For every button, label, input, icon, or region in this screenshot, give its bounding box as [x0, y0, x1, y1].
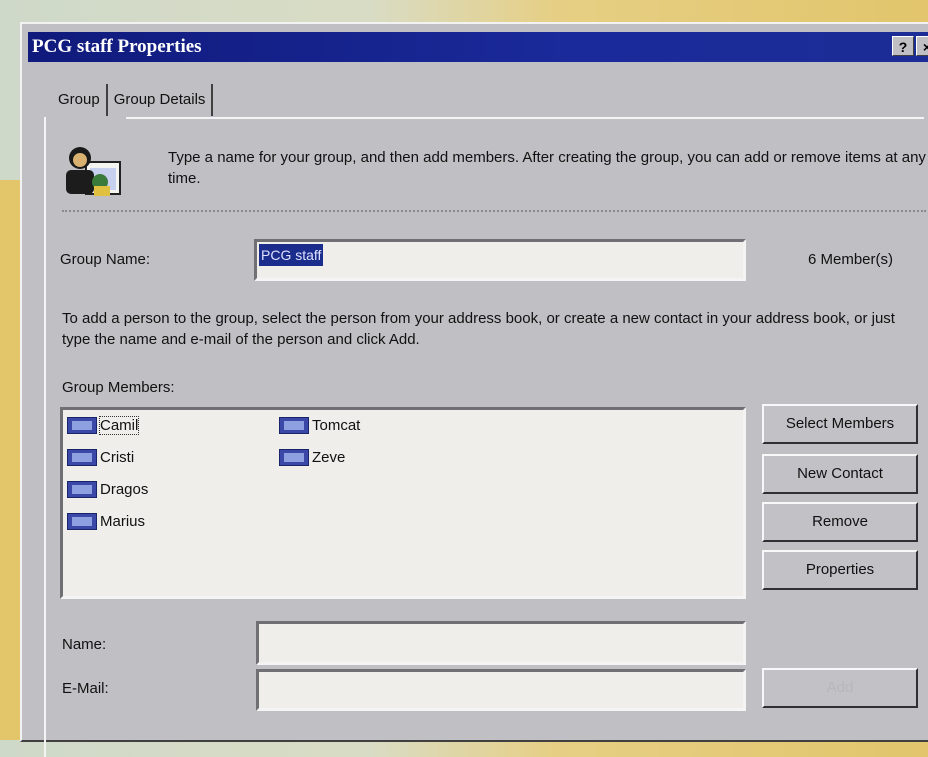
group-name-label: Group Name: [60, 251, 151, 268]
select-members-button[interactable]: Select Members [762, 404, 918, 444]
title-buttons: ? × [892, 36, 928, 56]
members-count: 6 Member(s) [808, 251, 894, 268]
list-item[interactable]: Dragos [67, 478, 148, 500]
help-button[interactable]: ? [892, 36, 914, 56]
contact-card-icon [67, 416, 97, 434]
list-item[interactable]: Cristi [67, 446, 134, 468]
contact-card-icon [279, 416, 309, 434]
list-item[interactable]: Zeve [279, 446, 345, 468]
properties-dialog: PCG staff Properties ? × Group Group Det… [20, 22, 928, 757]
contact-card-icon [67, 512, 97, 530]
name-label: Name: [62, 636, 107, 653]
tab-group[interactable]: Group [52, 84, 108, 116]
instructions-text: To add a person to the group, select the… [62, 310, 895, 348]
email-input[interactable] [256, 669, 746, 711]
contact-card-icon [67, 480, 97, 498]
remove-button[interactable]: Remove [762, 502, 918, 542]
list-item[interactable]: Camil [67, 414, 140, 436]
group-icon [66, 147, 121, 196]
list-item[interactable]: Marius [67, 510, 145, 532]
list-item[interactable]: Tomcat [279, 414, 360, 436]
add-button[interactable]: Add [762, 668, 918, 708]
close-button[interactable]: × [916, 36, 928, 56]
group-members-list[interactable]: Camil Cristi Dragos Marius Tomcat Zeve [60, 407, 746, 599]
tab-strip: Group Group Details [52, 84, 214, 116]
group-members-label: Group Members: [62, 379, 175, 396]
name-input[interactable] [256, 621, 746, 665]
group-name-value: PCG staff [259, 244, 324, 266]
group-name-input[interactable]: PCG staff [254, 239, 746, 281]
new-contact-button[interactable]: New Contact [762, 454, 918, 494]
window-title: PCG staff Properties [32, 36, 202, 57]
separator [62, 210, 926, 212]
contact-card-icon [67, 448, 97, 466]
properties-button[interactable]: Properties [762, 550, 918, 590]
title-bar[interactable]: PCG staff Properties ? × [28, 32, 928, 62]
panel-border [44, 117, 46, 757]
tab-divider [126, 117, 924, 119]
email-label: E-Mail: [62, 680, 109, 697]
contact-card-icon [279, 448, 309, 466]
tab-group-details[interactable]: Group Details [108, 84, 214, 116]
intro-text: Type a name for your group, and then add… [168, 149, 926, 187]
